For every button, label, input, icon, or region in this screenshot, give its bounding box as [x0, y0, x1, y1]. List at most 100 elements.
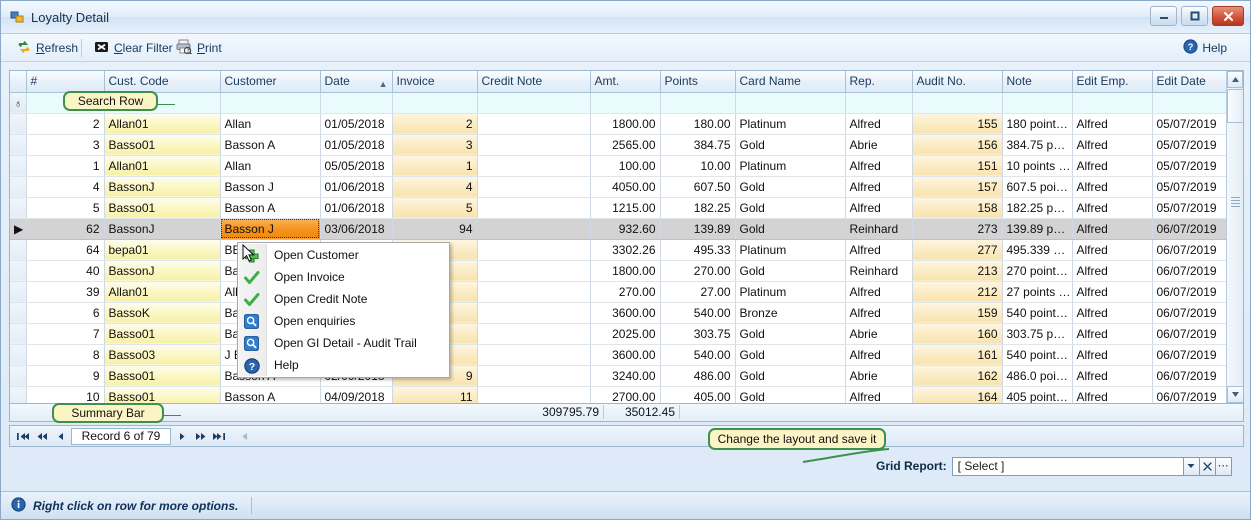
cell-amt[interactable]: 1800.00 [590, 260, 661, 282]
table-row[interactable]: 3 Basso01 Basson A 01/05/2018 3 2565.00 384.75… [10, 134, 1239, 156]
cell-amt[interactable]: 2565.00 [590, 134, 661, 156]
column-header-date[interactable]: Date ▲ [320, 71, 393, 93]
cell-credit-note[interactable] [477, 134, 591, 156]
search-cell[interactable] [660, 92, 736, 114]
cell-edit-emp[interactable]: Alfred [1072, 134, 1153, 156]
cell-points[interactable]: 540.00 [660, 302, 736, 324]
cell-note[interactable]: 180 point… [1002, 113, 1073, 135]
cell-invoice[interactable]: 4 [392, 176, 478, 198]
search-cell[interactable] [320, 92, 393, 114]
grid-report-input[interactable]: [ Select ] [951, 456, 1184, 476]
cell-rep[interactable]: Reinhard [845, 218, 913, 240]
previous-page-button[interactable] [33, 428, 50, 445]
cell-[interactable]: 9 [26, 365, 105, 387]
cell-audit-no[interactable]: 157 [912, 176, 1003, 198]
cell-cust-code[interactable]: Allan01 [104, 155, 221, 177]
cell-amt[interactable]: 1215.00 [590, 197, 661, 219]
search-cell[interactable] [477, 92, 591, 114]
cell-points[interactable]: 182.25 [660, 197, 736, 219]
cell-credit-note[interactable] [477, 386, 591, 403]
cell-[interactable]: 2 [26, 113, 105, 135]
search-cell[interactable] [735, 92, 846, 114]
cell-audit-no[interactable]: 156 [912, 134, 1003, 156]
search-cell[interactable] [1002, 92, 1073, 114]
context-menu-item-open-invoice[interactable]: Open Invoice [238, 266, 449, 288]
cell-[interactable]: 7 [26, 323, 105, 345]
cell-audit-no[interactable]: 151 [912, 155, 1003, 177]
maximize-button[interactable] [1181, 6, 1208, 26]
cell-rep[interactable]: Alfred [845, 302, 913, 324]
cell-card-name[interactable]: Gold [735, 260, 846, 282]
cell-invoice[interactable]: 1 [392, 155, 478, 177]
table-row[interactable]: 5 Basso01 Basson A 01/06/2018 5 1215.00 182.25… [10, 197, 1239, 219]
cell-[interactable]: 10 [26, 386, 105, 403]
cell-cust-code[interactable]: Basso01 [104, 386, 221, 403]
cell-[interactable]: 4 [26, 176, 105, 198]
row-indicator[interactable] [10, 176, 27, 198]
cell-amt[interactable]: 3240.00 [590, 365, 661, 387]
cell-cust-code[interactable]: bepa01 [104, 239, 221, 261]
context-menu-item-open-gi-detail-audit-trail[interactable]: Open GI Detail - Audit Trail [238, 332, 449, 354]
table-row[interactable]: 4 BassonJ Basson J 01/06/2018 4 4050.00 607.50… [10, 176, 1239, 198]
cell-[interactable]: 8 [26, 344, 105, 366]
cell-audit-no[interactable]: 155 [912, 113, 1003, 135]
search-cell[interactable] [912, 92, 1003, 114]
cell-note[interactable]: 10 points … [1002, 155, 1073, 177]
cell-audit-no[interactable]: 273 [912, 218, 1003, 240]
cell-credit-note[interactable] [477, 197, 591, 219]
cell-card-name[interactable]: Platinum [735, 113, 846, 135]
cell-amt[interactable]: 3600.00 [590, 344, 661, 366]
context-menu-item-open-enquiries[interactable]: Open enquiries [238, 310, 449, 332]
cell-points[interactable]: 405.00 [660, 386, 736, 403]
cell-credit-note[interactable] [477, 365, 591, 387]
data-grid[interactable]: # Cust. Code Customer Date ▲ Invoice Credit No… [9, 70, 1244, 404]
cell-[interactable]: 62 [26, 218, 105, 240]
cell-invoice[interactable]: 3 [392, 134, 478, 156]
cell-points[interactable]: 384.75 [660, 134, 736, 156]
cell-credit-note[interactable] [477, 302, 591, 324]
cell-credit-note[interactable] [477, 155, 591, 177]
cell-date[interactable]: 01/05/2018 [320, 113, 393, 135]
cell-audit-no[interactable]: 277 [912, 239, 1003, 261]
cell-note[interactable]: 486.0 poi… [1002, 365, 1073, 387]
cell-cust-code[interactable]: Basso01 [104, 323, 221, 345]
cell-date[interactable]: 01/05/2018 [320, 134, 393, 156]
cell-note[interactable]: 405 point… [1002, 386, 1073, 403]
cell-credit-note[interactable] [477, 260, 591, 282]
cell-audit-no[interactable]: 160 [912, 323, 1003, 345]
grid-report-ellipsis-button[interactable]: ⋯ [1215, 456, 1232, 476]
search-cell[interactable] [1072, 92, 1153, 114]
row-indicator[interactable] [10, 281, 27, 303]
last-record-button[interactable] [211, 428, 228, 445]
table-row[interactable]: 8Basso03J Basson3600.00540.00GoldAlfred1… [10, 344, 1239, 366]
cell-rep[interactable]: Reinhard [845, 260, 913, 282]
cell-credit-note[interactable] [477, 176, 591, 198]
cell-customer[interactable]: Allan [220, 155, 321, 177]
cell-date[interactable]: 03/06/2018 [320, 218, 393, 240]
cell-customer[interactable]: Basson A [220, 386, 321, 403]
column-header-points[interactable]: Points [660, 71, 736, 93]
cell-card-name[interactable]: Gold [735, 386, 846, 403]
cell-audit-no[interactable]: 213 [912, 260, 1003, 282]
cell-invoice[interactable]: 94 [392, 218, 478, 240]
cell-date[interactable]: 04/09/2018 [320, 386, 393, 403]
cell-card-name[interactable]: Platinum [735, 239, 846, 261]
cell-credit-note[interactable] [477, 323, 591, 345]
row-indicator[interactable] [10, 113, 27, 135]
table-row[interactable]: ▶ 62 BassonJ Basson J 03/06/2018 94 932.60 139.… [10, 218, 1239, 240]
cell-note[interactable]: 540 point… [1002, 344, 1073, 366]
cell-rep[interactable]: Abrie [845, 134, 913, 156]
cell-points[interactable]: 270.00 [660, 260, 736, 282]
cell-note[interactable]: 139.89 p… [1002, 218, 1073, 240]
cell-rep[interactable]: Alfred [845, 176, 913, 198]
cell-cust-code[interactable]: Basso01 [104, 134, 221, 156]
cell-card-name[interactable]: Gold [735, 134, 846, 156]
scroll-up-button[interactable] [1227, 71, 1243, 88]
cell-cust-code[interactable]: Basso01 [104, 197, 221, 219]
cell-credit-note[interactable] [477, 113, 591, 135]
grid-report-dropdown-button[interactable] [1183, 456, 1200, 476]
cell-cust-code[interactable]: Basso03 [104, 344, 221, 366]
cell-[interactable]: 6 [26, 302, 105, 324]
column-header-amt[interactable]: Amt. [590, 71, 661, 93]
cell-amt[interactable]: 4050.00 [590, 176, 661, 198]
